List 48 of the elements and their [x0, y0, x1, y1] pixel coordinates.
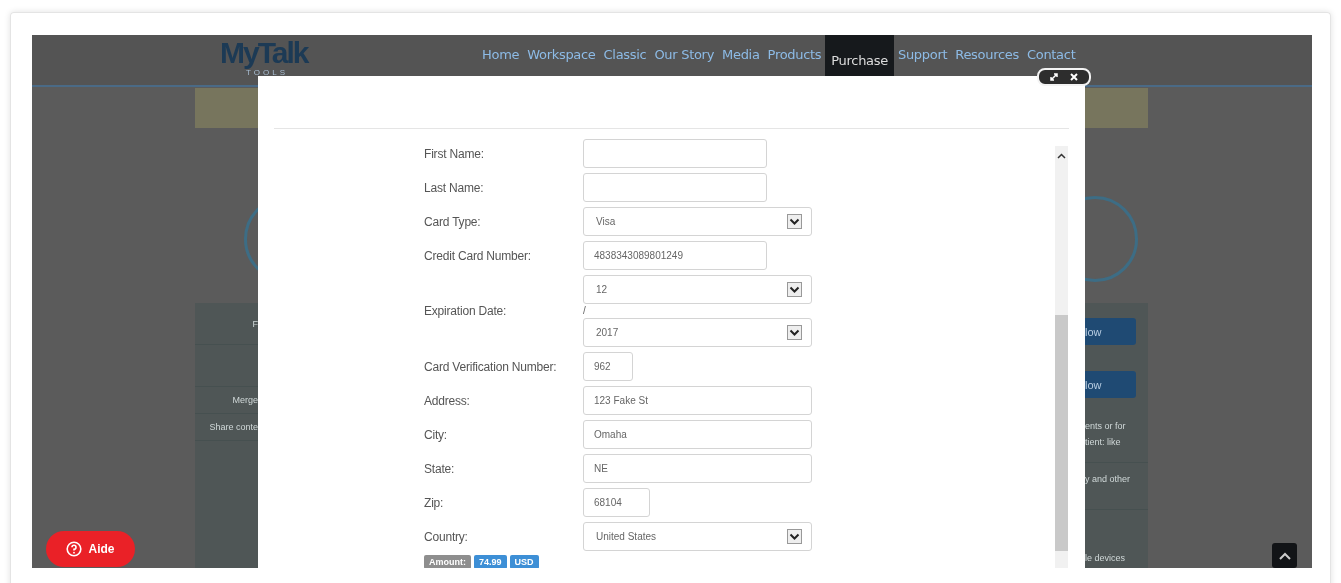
panel-text: Merge: [232, 395, 258, 405]
field-label: Zip:: [424, 495, 445, 510]
panel-text: Share conte: [209, 422, 258, 432]
panel-text: y and other: [1085, 473, 1132, 486]
field-label: Country:: [424, 529, 469, 544]
caret-icon: [787, 325, 802, 340]
input-field[interactable]: [583, 173, 767, 202]
panel-text: ents or for: [1085, 420, 1127, 433]
select-field[interactable]: 12: [583, 275, 812, 304]
panel-button[interactable]: low: [1085, 371, 1136, 398]
select-field[interactable]: United States: [583, 522, 812, 551]
select-field[interactable]: 2017: [583, 318, 812, 347]
field-label: Card Verification Number:: [424, 359, 558, 374]
logo-subtitle: TOOLS: [246, 69, 288, 77]
caret-icon: [787, 529, 802, 544]
field-label: Card Type:: [424, 214, 482, 229]
date-separator: /: [583, 304, 587, 318]
caret-icon: [787, 282, 802, 297]
select-field[interactable]: Visa: [583, 207, 812, 236]
amount-label: Amount:: [424, 555, 471, 568]
input-field[interactable]: [583, 139, 767, 168]
scrollbar-thumb[interactable]: [1055, 315, 1068, 551]
chevron-up-icon: [1277, 550, 1292, 561]
panel-text: tient: like: [1085, 436, 1122, 449]
field-label: First Name:: [424, 146, 485, 161]
help-icon: [66, 541, 83, 557]
input-field[interactable]: 68104: [583, 488, 650, 517]
field-label: State:: [424, 461, 456, 476]
field-label: Expiration Date:: [424, 304, 508, 318]
logo-text: MyTalk: [220, 37, 310, 69]
field-label: Credit Card Number:: [424, 248, 532, 263]
input-field[interactable]: 123 Fake St: [583, 386, 812, 415]
amount-value: 74.99: [474, 555, 507, 568]
panel-text: F: [252, 318, 258, 329]
input-field[interactable]: NE: [583, 454, 812, 483]
input-field[interactable]: 962: [583, 352, 633, 381]
field-label: Address:: [424, 393, 471, 408]
input-field[interactable]: 4838343089801249: [583, 241, 767, 270]
help-button[interactable]: Aide: [46, 531, 135, 567]
caret-icon: [787, 214, 802, 229]
currency-label: USD: [509, 555, 539, 568]
panel-button[interactable]: low: [1085, 318, 1136, 345]
scrollbar[interactable]: [1055, 146, 1068, 568]
field-label: Last Name:: [424, 180, 485, 195]
panel-text: le devices: [1085, 552, 1127, 565]
field-label: City:: [424, 427, 448, 442]
input-field[interactable]: Omaha: [583, 420, 812, 449]
scroll-to-top-button[interactable]: [1272, 543, 1297, 568]
